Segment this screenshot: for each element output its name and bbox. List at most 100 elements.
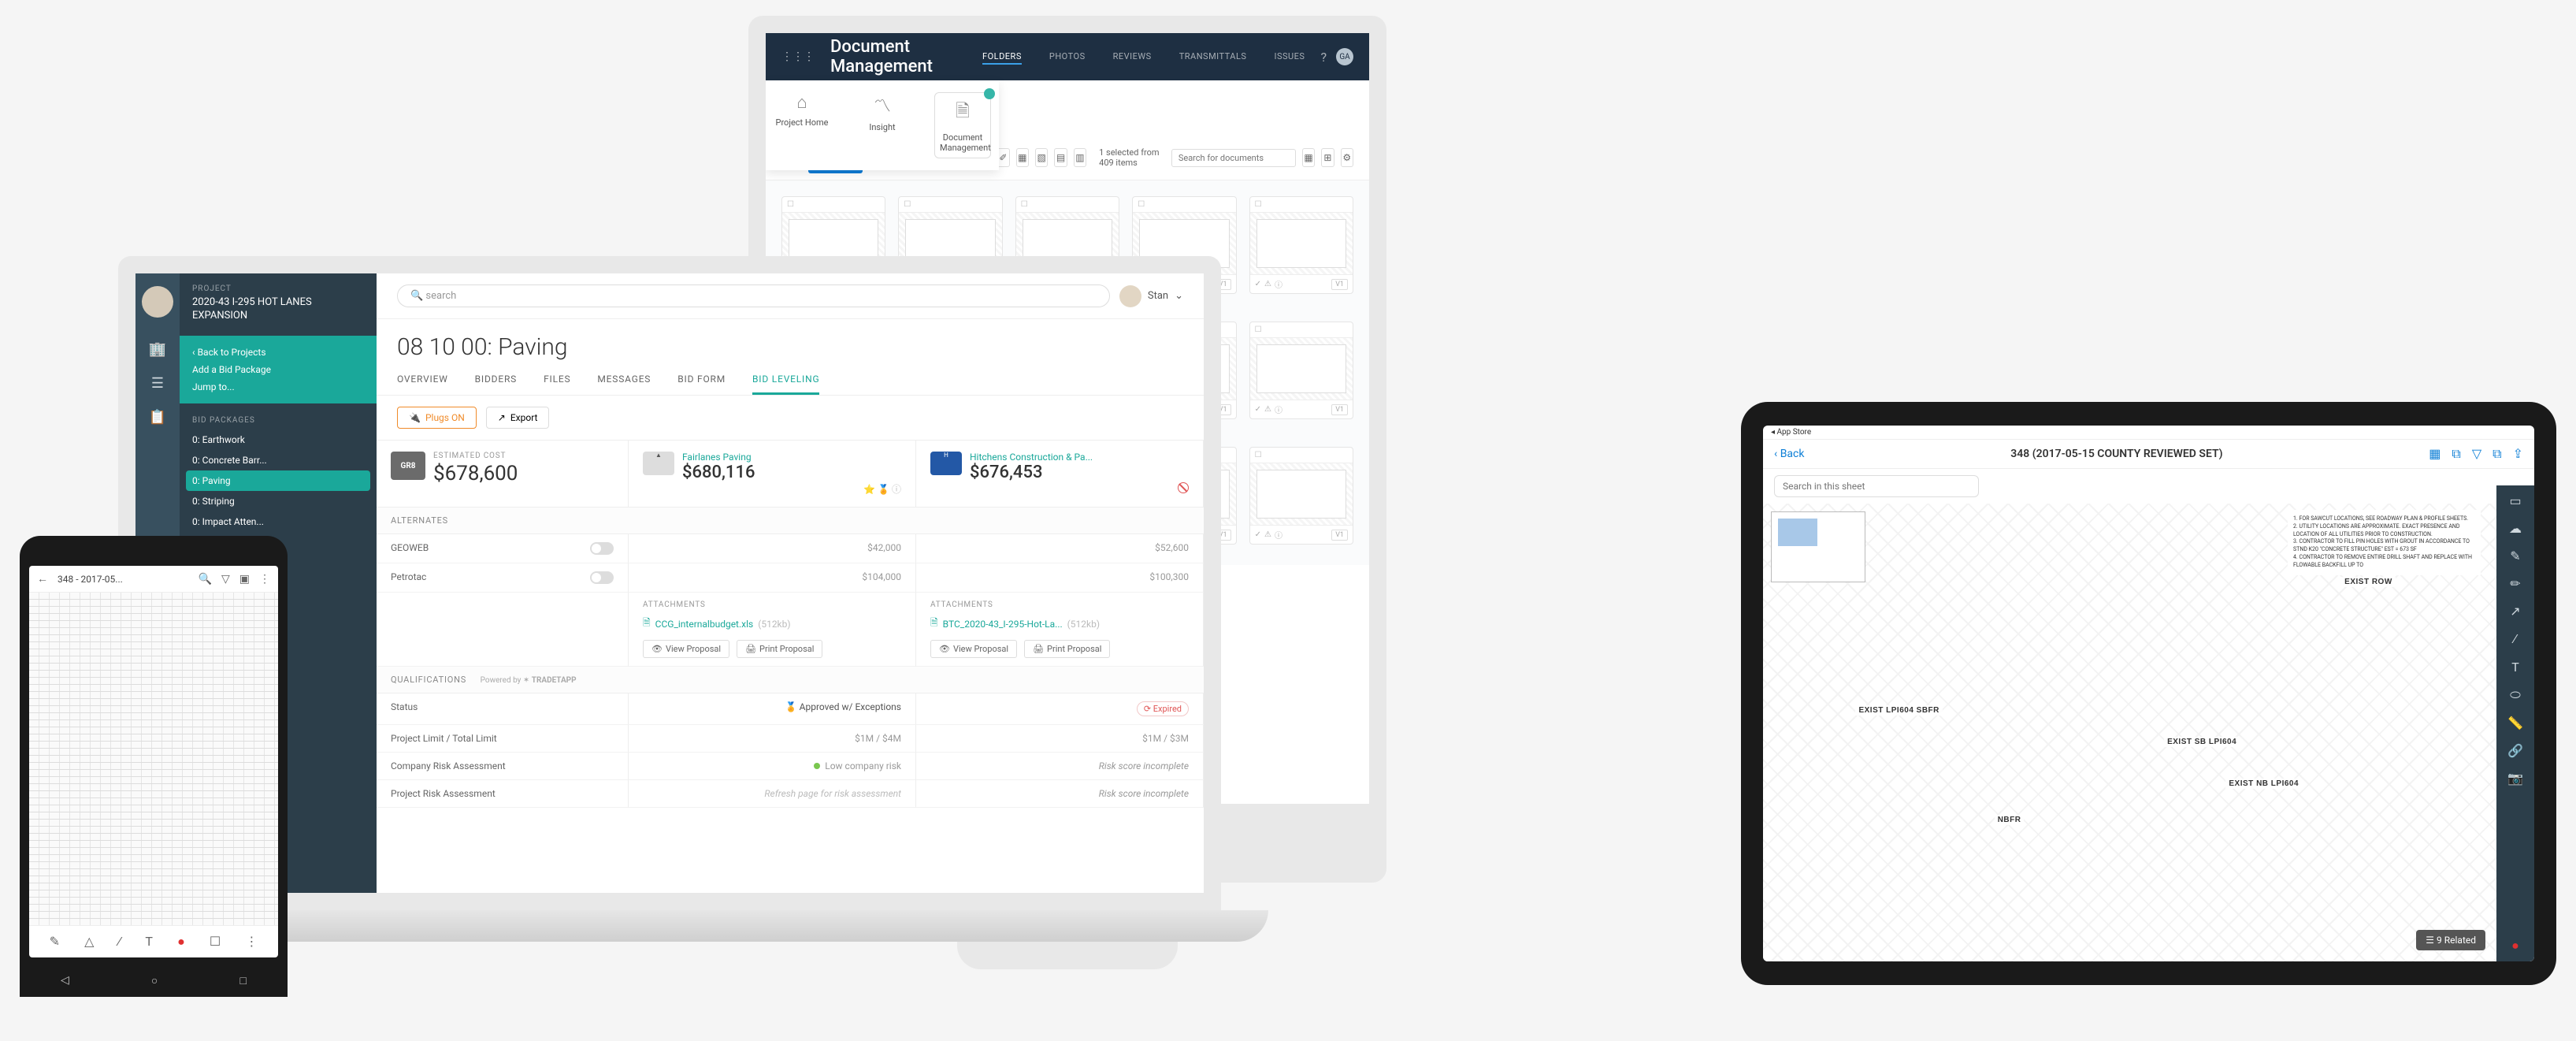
- nav-home-icon[interactable]: ○: [151, 974, 158, 987]
- bid-package-item[interactable]: 0: Impact Atten...: [186, 511, 370, 532]
- cloud-icon[interactable]: ☁: [2509, 521, 2522, 536]
- vendor-2-name[interactable]: Hitchens Construction & Pa...: [930, 452, 1189, 463]
- grid-icon[interactable]: ▦: [2429, 446, 2441, 462]
- checkbox-icon[interactable]: ☐: [1250, 322, 1353, 337]
- text-icon[interactable]: T: [145, 934, 153, 950]
- highlighter-icon[interactable]: ✏: [2510, 576, 2520, 591]
- tool-c-icon[interactable]: ▤: [1054, 148, 1067, 167]
- flyout-insight[interactable]: 〽 Insight: [854, 92, 911, 158]
- bid-package-item[interactable]: 0: Striping: [186, 491, 370, 511]
- view-proposal-1-button[interactable]: 👁 View Proposal: [643, 640, 729, 658]
- tool-a-icon[interactable]: ▦: [1016, 148, 1029, 167]
- page-tab[interactable]: OVERVIEW: [397, 366, 448, 395]
- record-icon[interactable]: ●: [177, 934, 185, 950]
- help-icon[interactable]: ?: [1320, 50, 1327, 65]
- search-icon[interactable]: 🔍: [199, 573, 212, 586]
- jump-to-link[interactable]: Jump to...: [192, 378, 364, 396]
- bid-package-item[interactable]: 0: Earthwork: [186, 429, 370, 450]
- global-search-input[interactable]: 🔍 search: [397, 284, 1110, 307]
- page-tab[interactable]: BID FORM: [677, 366, 726, 395]
- line-icon[interactable]: ∕: [119, 934, 121, 950]
- print-proposal-1-button[interactable]: 🖨 Print Proposal: [737, 640, 822, 658]
- attachment-1-link[interactable]: 🗎 CCG_internalbudget.xls (512kb): [643, 615, 791, 632]
- tool-d-icon[interactable]: ▥: [1074, 148, 1086, 167]
- shape-icon[interactable]: △: [84, 934, 94, 950]
- filter-icon[interactable]: ▽: [2472, 446, 2481, 462]
- select-icon[interactable]: ▭: [2509, 493, 2521, 508]
- minimap-thumbnail[interactable]: [1771, 511, 1865, 582]
- settings-icon[interactable]: ⚙: [1341, 148, 1353, 167]
- line-icon[interactable]: ∕: [2515, 631, 2517, 647]
- nav-back-icon[interactable]: ◁: [61, 974, 69, 987]
- flyout-doc-mgmt[interactable]: 🗎 Document Management: [934, 92, 991, 158]
- drawing-canvas[interactable]: [29, 593, 278, 925]
- tab-transmittals[interactable]: TRANSMITTALS: [1179, 50, 1247, 65]
- add-bid-package-link[interactable]: Add a Bid Package: [192, 361, 364, 378]
- estimated-cost-cell: GR8 ESTIMATED COST $678,600: [377, 441, 629, 507]
- attachment-2-link[interactable]: 🗎 BTC_2020-43_I-295-Hot-La... (512kb): [930, 615, 1100, 632]
- page-tab[interactable]: MESSAGES: [597, 366, 651, 395]
- page-tab[interactable]: BID LEVELING: [752, 366, 819, 395]
- page-tab[interactable]: BIDDERS: [475, 366, 517, 395]
- ruler-icon[interactable]: 📏: [2507, 716, 2523, 731]
- camera-icon[interactable]: 📷: [2507, 771, 2523, 786]
- tab-issues[interactable]: ISSUES: [1274, 50, 1305, 65]
- document-card[interactable]: ☐✓⚠ⓘV1: [1249, 447, 1353, 545]
- list-icon[interactable]: ☰: [151, 375, 164, 392]
- doc-search-input[interactable]: [1171, 149, 1296, 167]
- nav-recents-icon[interactable]: □: [239, 974, 246, 987]
- checkbox-icon[interactable]: ☐: [1133, 197, 1235, 212]
- eraser-icon[interactable]: ☐: [210, 934, 221, 950]
- user-avatar[interactable]: GA: [1336, 48, 1353, 65]
- tool-b-icon[interactable]: ▧: [1035, 148, 1048, 167]
- geoweb-toggle[interactable]: [590, 542, 614, 555]
- plugs-toggle-button[interactable]: 🔌 Plugs ON: [397, 407, 477, 429]
- document-card[interactable]: ☐✓⚠ⓘV1: [1249, 322, 1353, 419]
- sheet-search-input[interactable]: [1774, 475, 1979, 497]
- print-proposal-2-button[interactable]: 🖨 Print Proposal: [1024, 640, 1110, 658]
- export-button[interactable]: ↗ Export: [486, 407, 550, 429]
- shape-icon[interactable]: ⬭: [2510, 687, 2521, 703]
- related-items-button[interactable]: ☰ 9 Related: [2416, 930, 2485, 950]
- layers-icon[interactable]: ▣: [239, 573, 250, 586]
- user-avatar-icon[interactable]: [142, 286, 173, 318]
- bid-package-item[interactable]: 0: Concrete Barr...: [186, 450, 370, 470]
- link-icon[interactable]: 🔗: [2507, 743, 2523, 758]
- grid-view-icon[interactable]: ⊞: [1321, 148, 1334, 167]
- checkbox-icon[interactable]: ☐: [1016, 197, 1119, 212]
- overflow-icon[interactable]: ⋮: [245, 934, 258, 950]
- more-icon[interactable]: ⋮: [259, 573, 270, 586]
- back-button[interactable]: ‹ Back: [1774, 448, 1804, 460]
- apps-grid-icon[interactable]: ⋮⋮⋮: [781, 50, 815, 63]
- record-icon[interactable]: ●: [2511, 938, 2519, 954]
- building-icon[interactable]: 🏢: [149, 341, 166, 358]
- share-icon[interactable]: ⇪: [2513, 446, 2523, 462]
- tab-photos[interactable]: PHOTOS: [1049, 50, 1086, 65]
- pen-icon[interactable]: ✎: [2510, 548, 2520, 563]
- arrow-icon[interactable]: ↗: [2510, 604, 2520, 619]
- calendar-icon[interactable]: ▦: [1302, 148, 1315, 167]
- petrotac-toggle[interactable]: [590, 571, 614, 584]
- filter-icon[interactable]: ▽: [221, 573, 230, 586]
- drawing-canvas[interactable]: 1. FOR SAWCUT LOCATIONS, SEE ROADWAY PLA…: [1763, 504, 2534, 961]
- tab-folders[interactable]: FOLDERS: [982, 50, 1022, 65]
- flyout-project-home[interactable]: ⌂ Project Home: [774, 92, 830, 158]
- copy-icon[interactable]: ⧉: [2492, 446, 2501, 462]
- tab-reviews[interactable]: REVIEWS: [1113, 50, 1152, 65]
- pen-icon[interactable]: ✎: [50, 934, 60, 950]
- checkbox-icon[interactable]: ☐: [782, 197, 885, 212]
- text-icon[interactable]: T: [2511, 660, 2519, 675]
- back-icon[interactable]: ←: [37, 572, 48, 586]
- checkbox-icon[interactable]: ☐: [899, 197, 1001, 212]
- back-to-projects-link[interactable]: ‹ Back to Projects: [192, 344, 364, 361]
- vendor-1-name[interactable]: Fairlanes Paving: [643, 452, 901, 463]
- page-tab[interactable]: FILES: [544, 366, 570, 395]
- view-proposal-2-button[interactable]: 👁 View Proposal: [930, 640, 1017, 658]
- layers-icon[interactable]: ⧉: [2452, 446, 2460, 462]
- checkbox-icon[interactable]: ☐: [1250, 448, 1353, 463]
- user-menu[interactable]: Stan ⌄: [1119, 285, 1183, 307]
- bid-package-item[interactable]: 0: Paving: [186, 470, 370, 491]
- document-card[interactable]: ☐✓⚠ⓘV1: [1249, 196, 1353, 294]
- checkbox-icon[interactable]: ☐: [1250, 197, 1353, 212]
- clipboard-icon[interactable]: 📋: [149, 409, 166, 426]
